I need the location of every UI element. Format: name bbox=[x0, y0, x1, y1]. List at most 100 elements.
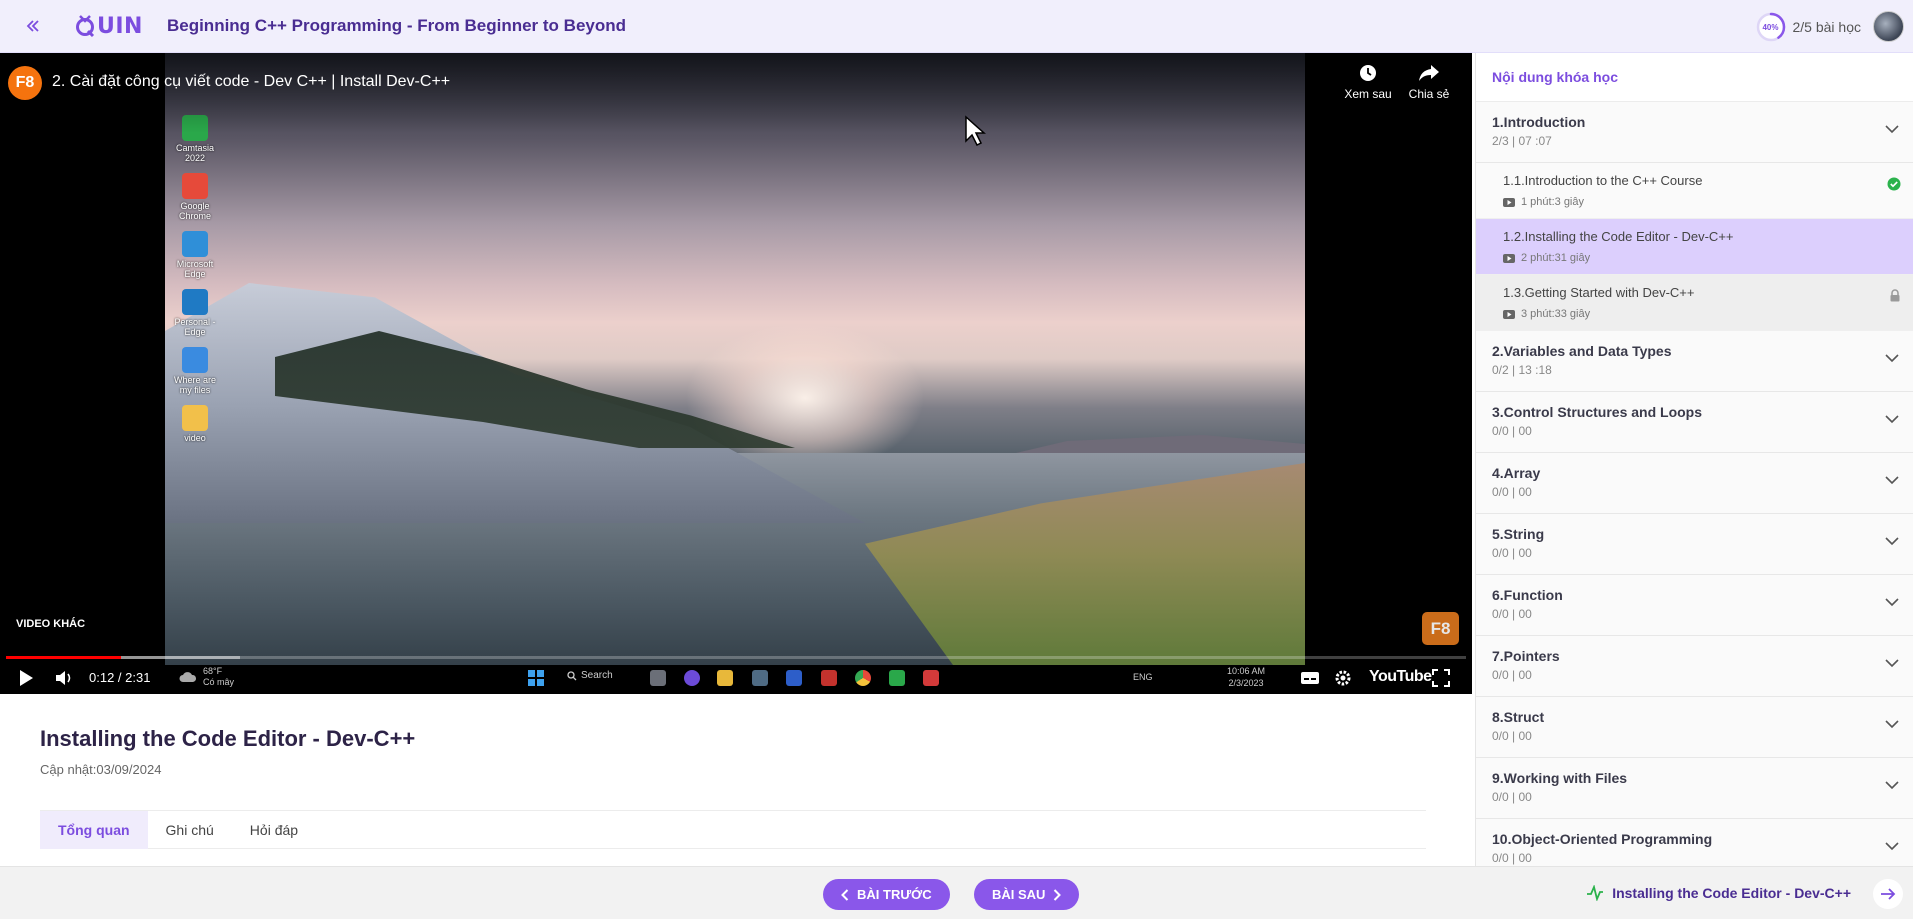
share-label: Chia sẻ bbox=[1408, 87, 1450, 101]
tab-overview[interactable]: Tổng quan bbox=[40, 811, 148, 849]
section-item[interactable]: 3.Control Structures and Loops 0/0 | 00 bbox=[1476, 392, 1913, 453]
section-item[interactable]: 8.Struct 0/0 | 00 bbox=[1476, 697, 1913, 758]
channel-avatar[interactable]: F8 bbox=[8, 66, 42, 100]
video-controls: 0:12 / 2:31 YouTube bbox=[0, 661, 1472, 694]
volume-button[interactable] bbox=[55, 661, 73, 694]
desktop-icon-label: video bbox=[184, 433, 206, 443]
play-button[interactable] bbox=[18, 661, 34, 694]
next-lesson-label: BÀI SAU bbox=[992, 887, 1046, 902]
section-title: 5.String bbox=[1492, 526, 1545, 542]
lesson-item-title: 1.3.Getting Started with Dev-C++ bbox=[1503, 285, 1695, 300]
chevron-left-icon bbox=[841, 888, 849, 901]
lesson-title: Installing the Code Editor - Dev-C++ bbox=[40, 726, 416, 751]
section-title: 8.Struct bbox=[1492, 709, 1545, 725]
section-meta: 0/0 | 00 bbox=[1492, 790, 1532, 804]
section-title: 10.Object-Oriented Programming bbox=[1492, 831, 1713, 847]
chevron-down-icon bbox=[1885, 598, 1899, 607]
lesson-item-1-3[interactable]: 1.3.Getting Started with Dev-C++ 3 phút:… bbox=[1476, 275, 1913, 331]
played-bar bbox=[6, 656, 122, 659]
section-title: 3.Control Structures and Loops bbox=[1492, 404, 1703, 420]
lesson-item-duration: 3 phút:33 giây bbox=[1521, 308, 1591, 320]
section-item[interactable]: 7.Pointers 0/0 | 00 bbox=[1476, 636, 1913, 697]
section-item[interactable]: 4.Array 0/0 | 00 bbox=[1476, 453, 1913, 514]
activity-icon bbox=[1587, 885, 1604, 901]
video-title[interactable]: 2. Cài đặt công cụ viết code - Dev C++ |… bbox=[52, 73, 450, 91]
gear-icon bbox=[1335, 670, 1351, 685]
video-frame bbox=[165, 53, 1305, 665]
section-meta: 0/0 | 00 bbox=[1492, 729, 1532, 743]
video-icon bbox=[1503, 309, 1515, 319]
desktop-icon: Personal - Edge bbox=[171, 289, 219, 337]
play-icon bbox=[20, 669, 33, 686]
prev-lesson-label: BÀI TRƯỚC bbox=[857, 887, 932, 902]
prev-lesson-button[interactable]: BÀI TRƯỚC bbox=[823, 879, 950, 910]
video-player[interactable]: Camtasia 2022 Google Chrome Microsoft Edge… bbox=[0, 53, 1472, 694]
section-item[interactable]: 10.Object-Oriented Programming 0/0 | 00 bbox=[1476, 819, 1913, 866]
desktop-icon-label: Camtasia 2022 bbox=[175, 143, 214, 163]
desktop-icon-label: Google Chrome bbox=[178, 201, 211, 221]
user-avatar[interactable] bbox=[1873, 11, 1904, 42]
current-lesson-indicator[interactable]: Installing the Code Editor - Dev-C++ bbox=[1586, 885, 1851, 901]
chevron-right-icon bbox=[1054, 888, 1062, 901]
youtube-logo[interactable]: YouTube bbox=[1369, 668, 1432, 686]
share-button[interactable]: Chia sẻ bbox=[1399, 63, 1459, 101]
lesson-info: Installing the Code Editor - Dev-C++ Cập… bbox=[0, 694, 1472, 866]
lesson-item-1-1[interactable]: 1.1.Introduction to the C++ Course 1 phú… bbox=[1476, 163, 1913, 219]
section-title: 9.Working with Files bbox=[1492, 770, 1628, 786]
video-time: 0:12 / 2:31 bbox=[89, 670, 151, 685]
logo-q-icon bbox=[76, 15, 95, 38]
progress-text: 2/5 bài học bbox=[1792, 19, 1862, 35]
bottom-nav-bar: BÀI TRƯỚC BÀI SAU Installing the Code Ed… bbox=[0, 866, 1913, 919]
section-item[interactable]: 5.String 0/0 | 00 bbox=[1476, 514, 1913, 575]
section-meta: 0/0 | 00 bbox=[1492, 424, 1532, 438]
lesson-item-duration: 2 phút:31 giây bbox=[1521, 252, 1591, 264]
subtitles-icon bbox=[1301, 671, 1319, 684]
watch-later-button[interactable]: Xem sau bbox=[1338, 63, 1398, 101]
settings-button[interactable] bbox=[1334, 661, 1352, 694]
video-icon bbox=[1503, 197, 1515, 207]
section-introduction[interactable]: 1.Introduction 2/3 | 07 :07 bbox=[1476, 102, 1913, 163]
desktop-app-icon bbox=[182, 347, 208, 373]
more-videos-label[interactable]: VIDEO KHÁC bbox=[16, 618, 85, 630]
desktop-icon: Microsoft Edge bbox=[171, 231, 219, 279]
course-content-sidebar: Nội dung khóa học 1.Introduction 2/3 | 0… bbox=[1475, 53, 1913, 866]
next-lesson-button[interactable]: BÀI SAU bbox=[974, 879, 1080, 910]
tab-notes[interactable]: Ghi chú bbox=[148, 811, 232, 849]
subtitles-button[interactable] bbox=[1300, 661, 1320, 694]
watch-later-label: Xem sau bbox=[1344, 87, 1392, 101]
section-item[interactable]: 2.Variables and Data Types 0/2 | 13 :18 bbox=[1476, 331, 1913, 392]
clock-icon bbox=[1360, 65, 1376, 81]
desktop-icon-label: Personal - Edge bbox=[174, 317, 216, 337]
chevron-down-icon bbox=[1885, 659, 1899, 668]
fullscreen-button[interactable] bbox=[1432, 661, 1450, 694]
video-icon bbox=[1503, 253, 1515, 263]
desktop-app-icon bbox=[182, 405, 208, 431]
tab-qa[interactable]: Hỏi đáp bbox=[232, 811, 316, 849]
section-item[interactable]: 9.Working with Files 0/0 | 00 bbox=[1476, 758, 1913, 819]
logo[interactable]: UIN bbox=[75, 14, 143, 39]
section-item[interactable]: 6.Function 0/0 | 00 bbox=[1476, 575, 1913, 636]
chevron-down-icon bbox=[1885, 537, 1899, 546]
desktop-icon-label: Microsoft Edge bbox=[176, 259, 214, 279]
section-meta: 0/0 | 00 bbox=[1492, 546, 1532, 560]
video-progress-bar[interactable] bbox=[6, 656, 1466, 659]
arrow-right-icon bbox=[1881, 888, 1896, 900]
mouse-cursor-icon bbox=[965, 115, 986, 147]
lesson-tabs: Tổng quan Ghi chú Hỏi đáp bbox=[40, 810, 1426, 849]
channel-watermark[interactable]: F8 bbox=[1422, 612, 1459, 645]
sidebar-toggle-button[interactable] bbox=[1873, 879, 1903, 909]
lesson-item-title: 1.1.Introduction to the C++ Course bbox=[1503, 173, 1703, 188]
section-meta: 0/2 | 13 :18 bbox=[1492, 363, 1552, 377]
lesson-item-title: 1.2.Installing the Code Editor - Dev-C++ bbox=[1503, 229, 1734, 244]
desktop-icon: video bbox=[171, 405, 219, 443]
desktop-icon: Where are my files bbox=[171, 347, 219, 395]
section-title: 2.Variables and Data Types bbox=[1492, 343, 1672, 359]
chevron-down-icon bbox=[1885, 781, 1899, 790]
course-progress: 40% 2/5 bài học bbox=[1756, 12, 1862, 42]
chevron-down-icon bbox=[1885, 842, 1899, 851]
back-button[interactable] bbox=[17, 10, 49, 42]
section-meta: 0/0 | 00 bbox=[1492, 607, 1532, 621]
course-title: Beginning C++ Programming - From Beginne… bbox=[166, 16, 627, 35]
current-lesson-title: Installing the Code Editor - Dev-C++ bbox=[1612, 885, 1851, 901]
lesson-item-1-2[interactable]: 1.2.Installing the Code Editor - Dev-C++… bbox=[1476, 219, 1913, 275]
